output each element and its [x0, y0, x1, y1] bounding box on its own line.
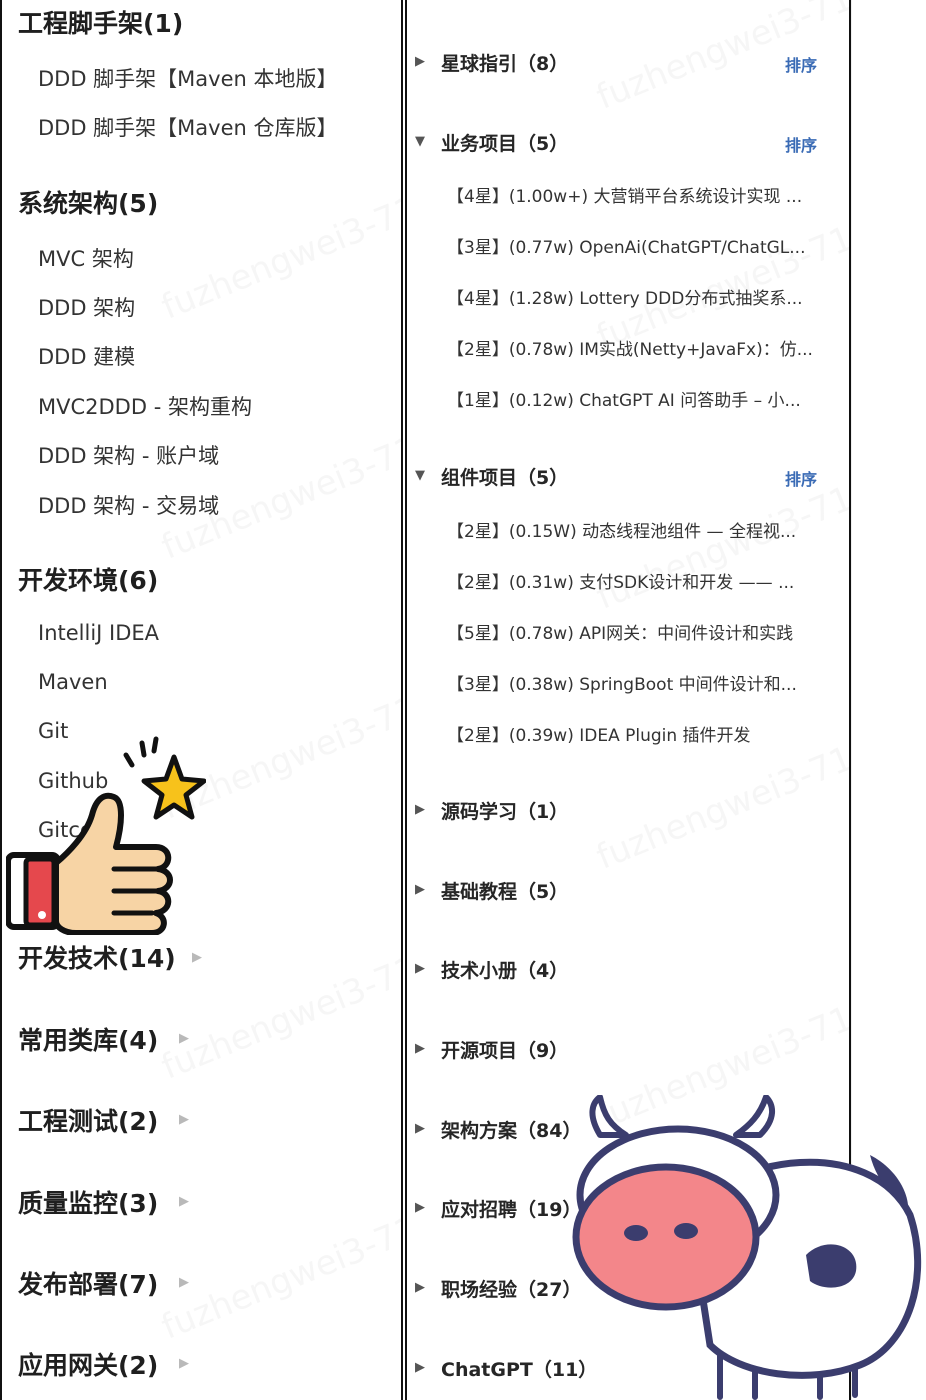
project-item[interactable]: 【3星】(0.38w) SpringBoot 中间件设计和...	[447, 670, 819, 695]
sub-item-maven[interactable]: Maven	[38, 670, 108, 694]
category-devtech-title[interactable]: 开发技术(14)	[18, 939, 176, 975]
category-quality-title[interactable]: 质量监控(3)	[18, 1184, 158, 1220]
expand-arrow-icon[interactable]: ▶	[192, 950, 202, 965]
category-libs-title[interactable]: 常用类库(4)	[18, 1021, 158, 1057]
expand-arrow-icon[interactable]: ▶	[179, 1194, 189, 1209]
collapsed-arrow-icon[interactable]: ▶	[415, 1360, 425, 1375]
group-guide-title[interactable]: 星球指引（8）	[441, 49, 568, 76]
left-category-panel: fuzhengwei3-7163 fuzhengwei3-7163 fuzhen…	[0, 0, 403, 1400]
project-item[interactable]: 【2星】(0.78w) IM实战(Netty+JavaFx)：仿...	[447, 335, 819, 360]
group-interview-title[interactable]: 应对招聘（19）	[441, 1195, 581, 1222]
collapsed-arrow-icon[interactable]: ▶	[415, 1280, 425, 1295]
project-item[interactable]: 【2星】(0.15W) 动态线程池组件 — 全程视...	[447, 517, 819, 542]
sub-item-scaffold-repo[interactable]: DDD 脚手架【Maven 仓库版】	[38, 112, 338, 142]
sub-item-ddd-arch[interactable]: DDD 架构	[38, 292, 135, 322]
group-opensource-title[interactable]: 开源项目（9）	[441, 1036, 568, 1063]
expand-arrow-icon[interactable]: ▶	[179, 1275, 189, 1290]
category-arch-title[interactable]: 系统架构(5)	[18, 184, 158, 220]
category-deploy-title[interactable]: 发布部署(7)	[18, 1265, 158, 1301]
expand-arrow-icon[interactable]: ▶	[179, 1356, 189, 1371]
expanded-arrow-icon[interactable]: ▼	[415, 134, 425, 149]
group-architecture-title[interactable]: 架构方案（84）	[441, 1116, 581, 1143]
project-item[interactable]: 【3星】(0.77w) OpenAi(ChatGPT/ChatGL...	[447, 233, 819, 258]
expanded-arrow-icon[interactable]: ▼	[415, 468, 425, 483]
group-business-title[interactable]: 业务项目（5）	[441, 129, 568, 156]
project-item[interactable]: 【4星】(1.00w+) 大营销平台系统设计实现 ...	[447, 182, 819, 207]
group-career-title[interactable]: 职场经验（27）	[441, 1275, 581, 1302]
sub-item-ddd-trade[interactable]: DDD 架构 - 交易域	[38, 490, 219, 520]
collapsed-arrow-icon[interactable]: ▶	[415, 802, 425, 817]
category-scaffold-title[interactable]: 工程脚手架(1)	[18, 4, 183, 40]
sub-item-mvc[interactable]: MVC 架构	[38, 243, 134, 273]
group-source-title[interactable]: 源码学习（1）	[441, 797, 568, 824]
collapsed-arrow-icon[interactable]: ▶	[415, 54, 425, 69]
collapsed-arrow-icon[interactable]: ▶	[415, 882, 425, 897]
sort-link-component[interactable]: 排序	[785, 466, 817, 490]
group-component-title[interactable]: 组件项目（5）	[441, 463, 568, 490]
collapsed-arrow-icon[interactable]: ▶	[415, 961, 425, 976]
watermark: fuzhengwei3-7163	[155, 172, 403, 328]
sub-item-ddd-account[interactable]: DDD 架构 - 账户域	[38, 440, 219, 470]
group-basics-title[interactable]: 基础教程（5）	[441, 877, 568, 904]
star-icon	[141, 754, 206, 820]
category-env-title[interactable]: 开发环境(6)	[18, 561, 158, 597]
project-item[interactable]: 【4星】(1.28w) Lottery DDD分布式抽奖系...	[447, 284, 819, 309]
watermark: fuzhengwei3-7163	[155, 1192, 403, 1348]
expand-arrow-icon[interactable]: ▶	[179, 1112, 189, 1127]
sub-item-idea[interactable]: IntelliJ IDEA	[38, 621, 159, 645]
collapsed-arrow-icon[interactable]: ▶	[415, 1200, 425, 1215]
cow-sticker-icon	[572, 1095, 922, 1400]
project-item[interactable]: 【5星】(0.78w) API网关：中间件设计和实践	[447, 619, 819, 644]
sub-item-ddd-model[interactable]: DDD 建模	[38, 341, 135, 371]
sort-link-business[interactable]: 排序	[785, 132, 817, 156]
sub-item-scaffold-local[interactable]: DDD 脚手架【Maven 本地版】	[38, 63, 338, 93]
category-testing-title[interactable]: 工程测试(2)	[18, 1102, 158, 1138]
project-item[interactable]: 【2星】(0.31w) 支付SDK设计和开发 —— ...	[447, 568, 819, 593]
collapsed-arrow-icon[interactable]: ▶	[415, 1041, 425, 1056]
sub-item-mvc2ddd[interactable]: MVC2DDD - 架构重构	[38, 391, 252, 421]
expand-arrow-icon[interactable]: ▶	[179, 1031, 189, 1046]
category-gateway-title[interactable]: 应用网关(2)	[18, 1346, 158, 1382]
collapsed-arrow-icon[interactable]: ▶	[415, 1121, 425, 1136]
thumbs-up-sticker-icon	[6, 736, 206, 935]
sort-link-guide[interactable]: 排序	[785, 52, 817, 76]
group-booklet-title[interactable]: 技术小册（4）	[441, 956, 568, 983]
project-item[interactable]: 【1星】(0.12w) ChatGPT AI 问答助手 – 小...	[447, 386, 819, 411]
project-item[interactable]: 【2星】(0.39w) IDEA Plugin 插件开发	[447, 721, 819, 746]
